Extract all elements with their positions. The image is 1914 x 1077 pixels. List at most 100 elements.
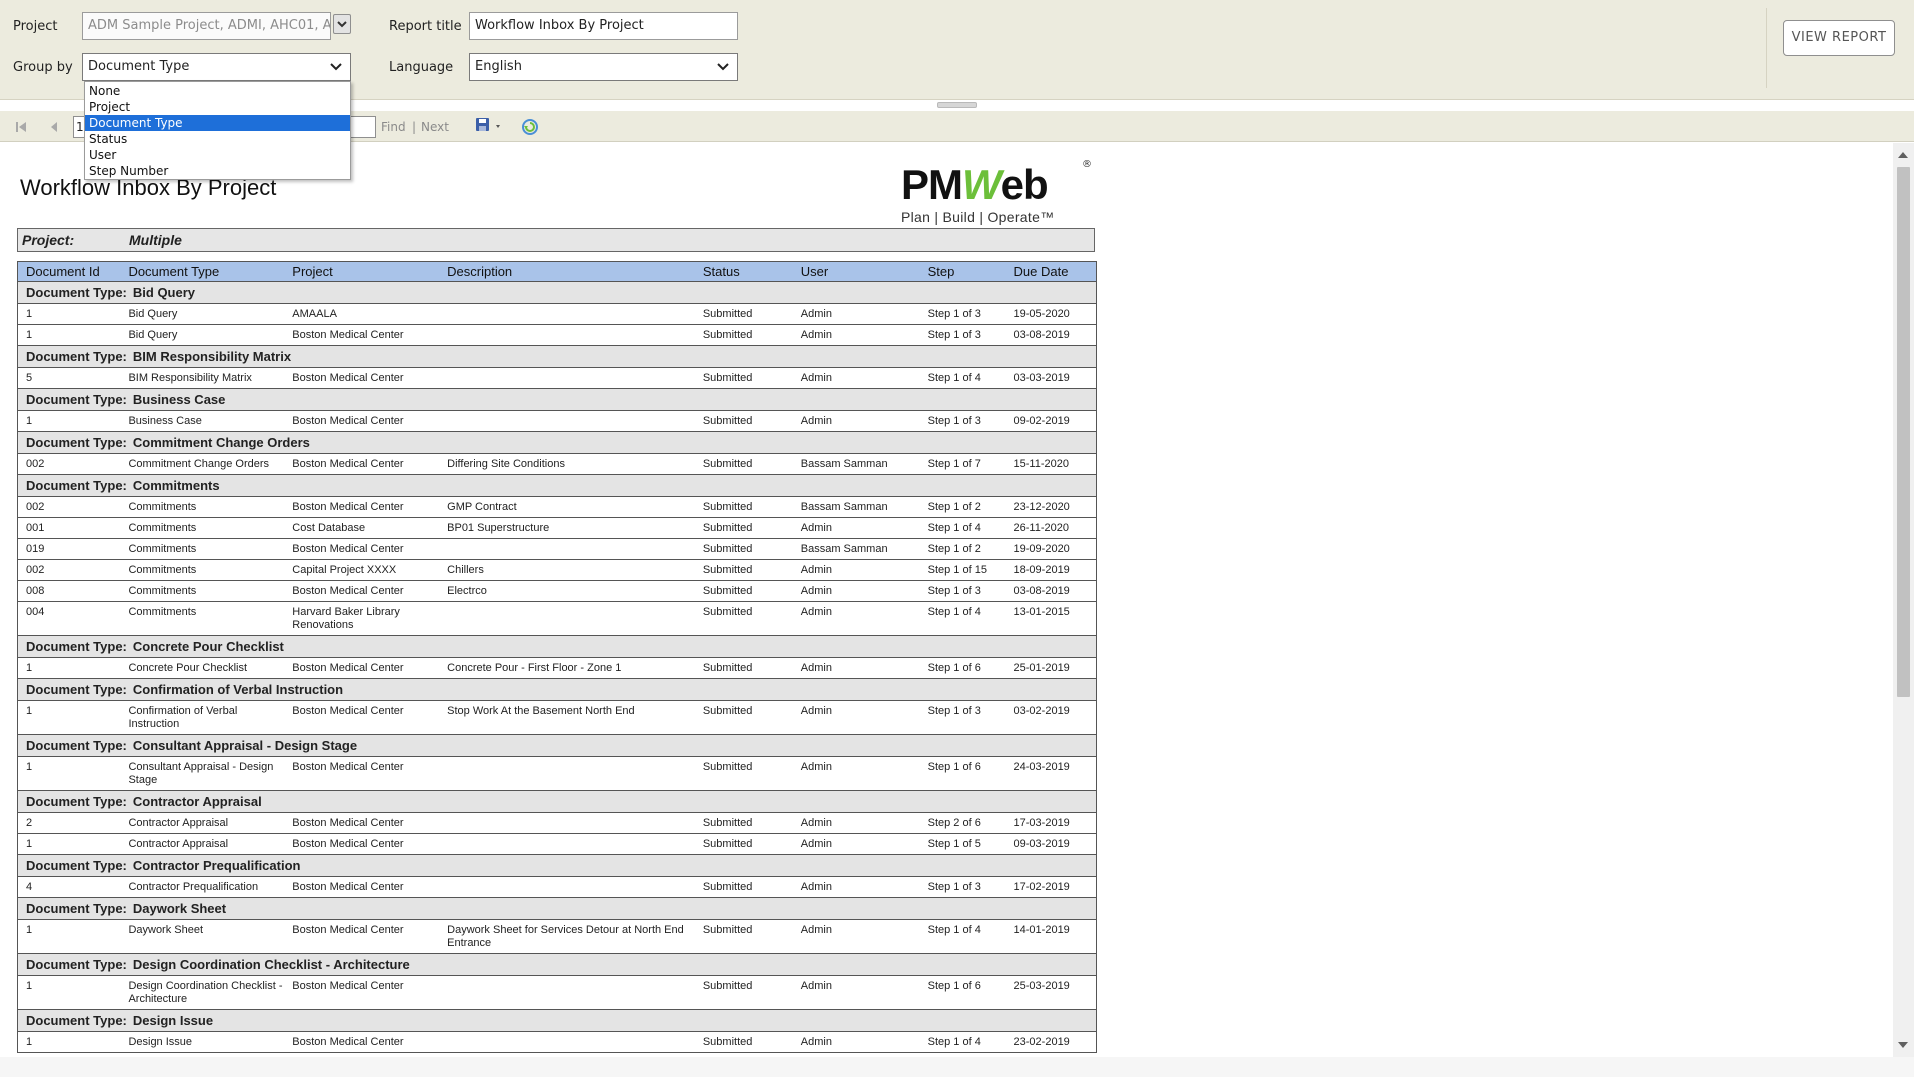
table-row[interactable]: 002 Commitment Change Orders Boston Medica… (17, 453, 1097, 475)
table-row[interactable]: 1 Concrete Pour Checklist Boston Medical C… (17, 657, 1097, 679)
table-cell: 2 (17, 812, 121, 834)
scroll-down-icon[interactable] (1898, 1042, 1908, 1048)
table-cell: Submitted (694, 833, 793, 855)
table-cell: Step 1 of 4 (919, 517, 1006, 539)
table-row[interactable]: 4 Contractor Prequalification Boston Medic… (17, 876, 1097, 898)
group-header-row: Document Type: Confirmation of Verbal Ins… (17, 678, 1097, 701)
table-cell: Submitted (694, 580, 793, 602)
table-row[interactable]: 019 Commitments Boston Medical Center Submi… (17, 538, 1097, 560)
first-page-icon[interactable] (14, 120, 28, 134)
refresh-icon[interactable] (521, 118, 539, 136)
table-row[interactable]: 1 Design Coordination Checklist - Archite… (17, 975, 1097, 1010)
table-cell: 1 (17, 975, 121, 1010)
column-header: Project (284, 261, 440, 282)
group-by-option[interactable]: Step Number (85, 163, 350, 179)
table-cell: Concrete Pour Checklist (120, 657, 285, 679)
table-cell: BIM Responsibility Matrix (120, 367, 285, 389)
group-by-option[interactable]: None (85, 83, 350, 99)
table-row[interactable]: 1 Confirmation of Verbal Instruction Bosto… (17, 700, 1097, 735)
table-cell: Submitted (694, 700, 793, 735)
view-report-button[interactable]: VIEW REPORT (1783, 20, 1895, 56)
scroll-up-icon[interactable] (1898, 152, 1908, 158)
table-cell: 23-02-2019 (1005, 1031, 1097, 1053)
group-by-option[interactable]: Document Type (85, 115, 350, 131)
table-cell: Bassam Samman (792, 538, 920, 560)
table-cell: Bid Query (120, 303, 285, 325)
project-dropdown-button[interactable] (333, 14, 351, 34)
table-row[interactable]: 008 Commitments Boston Medical Center Elect… (17, 580, 1097, 602)
table-cell: GMP Contract (439, 496, 695, 518)
find-link[interactable]: Find (381, 120, 406, 134)
group-header-row: Document Type: Business Case (17, 388, 1097, 411)
group-header-row: Document Type: Commitment Change Orders (17, 431, 1097, 454)
table-row[interactable]: 002 Commitments Boston Medical Center GMP C… (17, 496, 1097, 518)
table-header-row: Document Id Document Type Project Descripti… (17, 261, 1097, 282)
table-cell: 1 (17, 324, 121, 346)
group-name: Design Issue (132, 1013, 214, 1028)
language-select[interactable]: English (469, 53, 738, 81)
column-header: Description (439, 261, 695, 282)
table-cell: Bassam Samman (792, 453, 920, 475)
table-row[interactable]: 004 Commitments Harvard Baker Library Reno… (17, 601, 1097, 636)
table-row[interactable]: 1 Contractor Appraisal Boston Medical Cent… (17, 833, 1097, 855)
table-cell: Boston Medical Center (284, 367, 440, 389)
table-cell: Stop Work At the Basement North End (439, 700, 695, 735)
table-cell: Bid Query (120, 324, 285, 346)
report-scrollbar[interactable] (1893, 143, 1914, 1057)
table-row[interactable]: 2 Contractor Appraisal Boston Medical Cent… (17, 812, 1097, 834)
group-by-option[interactable]: Status (85, 131, 350, 147)
table-cell: Commitments (120, 580, 285, 602)
table-cell: Submitted (694, 324, 793, 346)
logo-wordmark: PMWeb (901, 161, 1049, 208)
table-cell: Boston Medical Center (284, 975, 440, 1010)
group-by-select[interactable]: Document Type (82, 53, 351, 81)
table-cell: 5 (17, 367, 121, 389)
table-cell: Boston Medical Center (284, 812, 440, 834)
group-name: Contractor Appraisal (132, 794, 262, 809)
table-cell: Submitted (694, 975, 793, 1010)
table-row[interactable]: 1 Design Issue Boston Medical Center Submit… (17, 1031, 1097, 1053)
table-cell: Admin (792, 303, 920, 325)
group-by-option[interactable]: User (85, 147, 350, 163)
bottom-strip (0, 1057, 1914, 1077)
table-cell: Step 1 of 3 (919, 876, 1006, 898)
table-cell (439, 303, 695, 325)
column-header: Due Date (1005, 261, 1097, 282)
group-by-option[interactable]: Project (85, 99, 350, 115)
project-input[interactable]: ADM Sample Project, ADMI, AHC01, AMA (82, 12, 331, 40)
table-cell (439, 833, 695, 855)
table-cell: Boston Medical Center (284, 453, 440, 475)
table-cell: Boston Medical Center (284, 410, 440, 432)
table-cell: 14-01-2019 (1005, 919, 1097, 954)
table-cell: Daywork Sheet for Services Detour at Nor… (439, 919, 695, 954)
table-cell: Submitted (694, 496, 793, 518)
table-cell: Admin (792, 975, 920, 1010)
table-cell: Step 1 of 4 (919, 367, 1006, 389)
group-name: Contractor Prequalification (132, 858, 301, 873)
table-row[interactable]: 1 Business Case Boston Medical Center Submi… (17, 410, 1097, 432)
table-cell (439, 324, 695, 346)
table-cell: 03-03-2019 (1005, 367, 1097, 389)
table-row[interactable]: 1 Daywork Sheet Boston Medical Center Daywo… (17, 919, 1097, 954)
table-cell: Admin (792, 812, 920, 834)
table-row[interactable]: 1 Consultant Appraisal - Design Stage Bost… (17, 756, 1097, 791)
table-cell: 1 (17, 303, 121, 325)
group-prefix: Document Type: (26, 435, 127, 450)
scrollbar-thumb[interactable] (1897, 167, 1910, 697)
group-header-row: Document Type: Contractor Appraisal (17, 790, 1097, 813)
panel-collapse-handle[interactable] (937, 102, 977, 108)
table-cell: Submitted (694, 453, 793, 475)
table-row[interactable]: 5 BIM Responsibility Matrix Boston Medical… (17, 367, 1097, 389)
table-row[interactable]: 002 Commitments Capital Project XXXX Chille… (17, 559, 1097, 581)
table-row[interactable]: 001 Commitments Cost Database BP01 Superstr… (17, 517, 1097, 539)
prev-page-icon[interactable] (48, 120, 60, 134)
report-title-input[interactable]: Workflow Inbox By Project (469, 12, 738, 40)
group-name: Business Case (132, 392, 226, 407)
table-cell (439, 538, 695, 560)
table-row[interactable]: 1 Bid Query AMAALA Submitted Admin Step 1 of … (17, 303, 1097, 325)
table-row[interactable]: 1 Bid Query Boston Medical Center Submitted… (17, 324, 1097, 346)
export-icon[interactable] (475, 117, 505, 135)
table-cell: 002 (17, 559, 121, 581)
next-link[interactable]: Next (421, 120, 449, 134)
table-cell: Step 1 of 3 (919, 700, 1006, 735)
